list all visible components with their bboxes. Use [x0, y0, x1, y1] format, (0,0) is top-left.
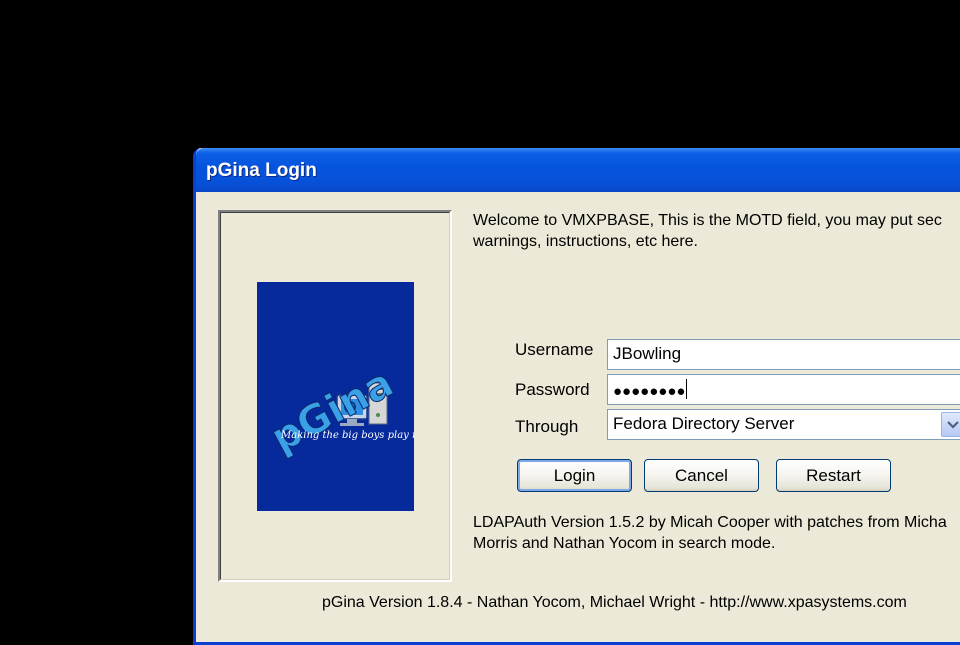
logo-wordmark: pGina — [264, 360, 401, 462]
window-title: pGina Login — [206, 160, 317, 181]
motd-line-2: warnings, instructions, etc here. — [473, 233, 698, 250]
username-value: JBowling — [613, 344, 682, 363]
pgina-logo: pGina Making the big boys play nice! — [257, 282, 414, 511]
plugin-info-text: LDAPAuth Version 1.5.2 by Micah Cooper w… — [473, 512, 960, 554]
plugin-info-line-1: LDAPAuth Version 1.5.2 by Micah Cooper w… — [473, 514, 947, 531]
dropdown-button[interactable] — [941, 412, 960, 437]
restart-button[interactable]: Restart — [776, 459, 891, 492]
motd-text: Welcome to VMXPBASE, This is the MOTD fi… — [473, 210, 960, 252]
logo-frame: pGina Making the big boys play nice! — [218, 210, 452, 582]
plugin-info-line-2: Morris and Nathan Yocom in search mode. — [473, 535, 776, 552]
password-mask: ●●●●●●●● — [613, 383, 686, 400]
version-footer: pGina Version 1.8.4 - Nathan Yocom, Mich… — [322, 594, 907, 611]
through-label: Through — [515, 417, 579, 436]
through-select[interactable]: Fedora Directory Server — [607, 409, 960, 440]
computer-icon — [336, 382, 388, 426]
through-selected-value: Fedora Directory Server — [613, 414, 795, 433]
password-input[interactable]: ●●●●●●●● — [607, 374, 960, 405]
text-caret — [686, 379, 688, 399]
chevron-down-icon — [946, 420, 959, 429]
title-bar[interactable]: pGina Login — [196, 148, 960, 192]
motd-line-1: Welcome to VMXPBASE, This is the MOTD fi… — [473, 212, 942, 229]
login-button[interactable]: Login — [517, 459, 632, 492]
pgina-logo-graphic: pGina Making the big boys play nice! — [263, 359, 414, 462]
cancel-button[interactable]: Cancel — [644, 459, 759, 492]
username-input[interactable]: JBowling — [607, 339, 960, 370]
password-label: Password — [515, 380, 590, 399]
username-label: Username — [515, 340, 594, 359]
pgina-login-dialog: pGina Login pGina Making the big boys pl… — [193, 148, 960, 645]
logo-tagline: Making the big boys play nice! — [280, 430, 414, 441]
